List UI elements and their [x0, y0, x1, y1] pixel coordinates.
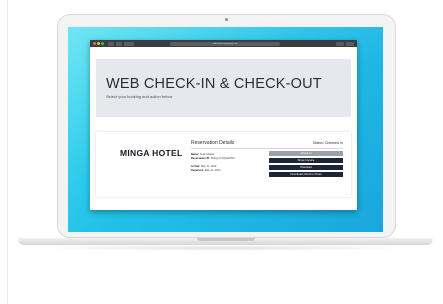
field-label: Arrival: — [191, 165, 201, 168]
page-edge-line — [7, 0, 8, 304]
page-subtitle: Select your booking and action below — [106, 94, 173, 99]
field-label: Departure: — [191, 169, 205, 172]
sidebar-toggle-icon[interactable] — [124, 41, 134, 46]
arrival-field: Arrival: May 11, 2020 — [191, 165, 216, 168]
hero-banner: WEB CHECK-IN & CHECK-OUT Select your boo… — [96, 59, 351, 117]
web-page: WEB CHECK-IN & CHECK-OUT Select your boo… — [90, 47, 357, 210]
checkout-button[interactable]: Checkout — [269, 165, 343, 170]
address-bar[interactable]: webcheckin.mingahotel.com — [170, 41, 280, 46]
tabs-icon[interactable] — [346, 41, 354, 46]
laptop-shadow — [35, 245, 415, 251]
hotel-logo: MINGA HOTEL — [108, 142, 182, 164]
reservation-card: MINGA HOTEL Reservation Details Status: … — [96, 132, 351, 197]
field-value: May 11, 2020 — [200, 165, 217, 168]
status-label: Status: — [312, 141, 324, 145]
field-value: KDepyJY2QN0ehR3 — [210, 157, 235, 160]
status-value: Checked In — [324, 141, 343, 145]
hotel-logo-text: MINGA HOTEL — [120, 148, 183, 158]
share-icon[interactable] — [336, 41, 344, 46]
camera-icon — [225, 18, 228, 21]
maximize-window-icon[interactable] — [101, 42, 104, 45]
field-value: May 11, 2020 — [204, 169, 221, 172]
field-label: Name: — [191, 153, 199, 156]
download-check-in-pass-button[interactable]: Download Check-in Pass — [269, 172, 343, 177]
close-window-icon[interactable] — [93, 42, 96, 45]
reservation-details-title: Reservation Details — [191, 140, 235, 146]
browser-window: webcheckin.mingahotel.com WEB CHECK-IN &… — [90, 40, 357, 210]
diamond-logo-icon — [109, 149, 117, 157]
section-divider — [191, 148, 343, 149]
minimize-window-icon[interactable] — [97, 42, 100, 45]
back-icon[interactable] — [108, 41, 114, 46]
browser-toolbar: webcheckin.mingahotel.com — [90, 40, 357, 47]
field-label: Reservation ID: — [191, 157, 211, 160]
guest-name-field: Name: Sepp Muster — [191, 153, 214, 156]
page-title: WEB CHECK-IN & CHECK-OUT — [106, 76, 322, 92]
forward-icon[interactable] — [116, 41, 122, 46]
status-text: Status: Checked In — [313, 141, 343, 145]
check-in-button[interactable]: Check-in — [269, 151, 343, 156]
departure-field: Departure: May 11, 2020 — [191, 169, 220, 172]
show-invoice-button[interactable]: Show Invoice — [269, 158, 343, 163]
laptop-opening-notch — [197, 238, 255, 241]
reservation-id-field: Reservation ID: KDepyJY2QN0ehR3 — [191, 157, 235, 160]
field-value: Sepp Muster — [199, 153, 215, 156]
